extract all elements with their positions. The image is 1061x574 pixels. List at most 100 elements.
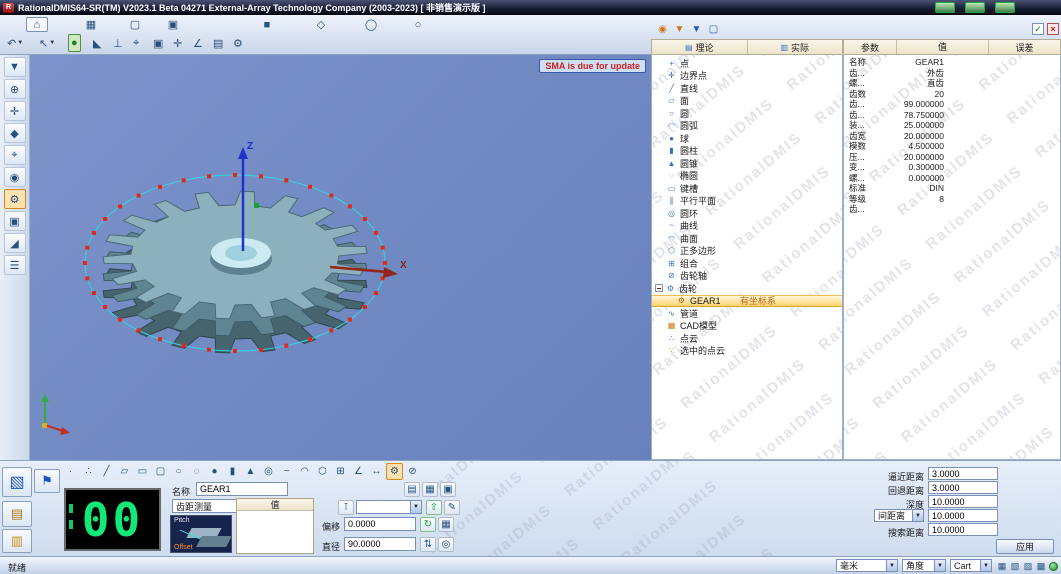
tree-item-group[interactable]: ⊞组合 [652,257,842,270]
probe-tool-button[interactable]: ⊥ [110,34,126,52]
tree-item-selected-point-cloud[interactable]: ∵选中的点云 [652,345,842,358]
plane-tool-icon[interactable]: ▱ [116,463,133,480]
status-grid-1-icon[interactable]: ▦ [996,560,1008,572]
group-tool-icon[interactable]: ⊞ [332,463,349,480]
point-set-tool-icon[interactable]: ∴ [80,463,97,480]
circle-tool-icon[interactable]: ○ [170,463,187,480]
tree-item-torus[interactable]: ◎圆环 [652,207,842,220]
tab-actual[interactable]: ▥实际 [747,40,843,54]
probe-head-2-icon[interactable]: ✛ [4,101,26,121]
probe-head-1-icon[interactable]: ⊕ [4,79,26,99]
status-grid-4-icon[interactable]: ▩ [1035,560,1047,572]
value-table[interactable]: 值 [236,498,314,554]
angle-tool-icon[interactable]: ∠ [350,463,367,480]
workspace-tab-circle-icon[interactable]: ○ [407,17,429,32]
net-status-3-icon[interactable] [995,2,1015,13]
name-input[interactable] [196,482,288,496]
workspace-tab-layout-icon[interactable]: ▦ [80,17,102,32]
probe-mode-button[interactable]: ● [68,34,81,52]
workspace-tab-prism-icon[interactable]: ◇ [310,17,332,32]
tree-item-ellipse[interactable]: ◌椭圆 [652,170,842,183]
locator-tool-button[interactable]: ⌖ [130,34,142,52]
tree-item-sphere[interactable]: ●球 [652,132,842,145]
settings-tool-button[interactable]: ⚙ [230,34,246,52]
camera-view-icon[interactable]: ◉ [4,167,26,187]
torus-tool-icon[interactable]: ◎ [260,463,277,480]
filter-icon[interactable]: ▼ [672,22,687,36]
depth-input[interactable] [928,495,998,508]
approach-distance-input[interactable] [928,467,998,480]
cylinder-tool-icon[interactable]: ▮ [224,463,241,480]
tree-item-curve[interactable]: ~曲线 [652,220,842,233]
tree-item-arc[interactable]: ◠圆弧 [652,120,842,133]
pin-tool-icon[interactable]: ▼ [4,57,26,77]
workspace-tab-globe-icon[interactable]: ◯ [360,17,382,32]
close-panel-button[interactable]: × [1047,23,1059,35]
tree-item-parallel-planes[interactable]: ∥平行平面 [652,195,842,208]
sphere-tool-icon[interactable]: ● [206,463,223,480]
tree-item-polygon[interactable]: ⬡正多边形 [652,245,842,258]
display-view-icon[interactable]: ▣ [440,482,456,497]
crate-button[interactable]: ▤ [2,501,32,527]
corner-tool-icon[interactable]: ◢ [4,233,26,253]
tree-item-point[interactable]: +点 [652,57,842,70]
diameter-target-icon[interactable]: ◎ [438,537,454,552]
line-tool-icon[interactable]: ╱ [98,463,115,480]
tree-item-cone[interactable]: ▲圆锥 [652,157,842,170]
screen-filter-icon[interactable]: ▢ [706,22,721,36]
menu-tool-icon[interactable]: ☰ [4,255,26,275]
polygon-tool-icon[interactable]: ⬡ [314,463,331,480]
tree-item-point-cloud[interactable]: ∴点云 [652,332,842,345]
viewport-3d[interactable]: SMA is due for update Z X [30,55,651,460]
gear-tool-icon[interactable]: ⚙ [4,189,26,209]
status-grid-2-icon[interactable]: ▧ [1009,560,1021,572]
confirm-checkbox[interactable]: ✓ [1032,23,1044,35]
tree-item-gear-shaft[interactable]: ⊘齿轮轴 [652,270,842,283]
retract-distance-input[interactable] [928,481,998,494]
coord-select[interactable]: Cart▼ [950,559,992,572]
probe-head-3-icon[interactable]: ◆ [4,123,26,143]
view-cube-button[interactable]: ▧ [2,467,32,497]
tree-item-circle[interactable]: ○圆 [652,107,842,120]
angle-tool-button[interactable]: ∠ [190,34,206,52]
tree-item-slot[interactable]: ▭键槽 [652,182,842,195]
workspace-tab-model-icon[interactable]: ■ [256,17,278,32]
param-row[interactable]: 齿... [844,204,1060,215]
edit-icon[interactable]: ✎ [444,500,460,515]
net-status-2-icon[interactable] [965,2,985,13]
tree-item-gear[interactable]: ⚙齿轮 [652,282,842,295]
cone-tool-icon[interactable]: ▲ [242,463,259,480]
tree-item-line[interactable]: ╱直线 [652,82,842,95]
tab-theory[interactable]: ▤理论 [652,40,747,54]
workspace-tab-display-icon[interactable]: ▣ [162,17,184,32]
workspace-tab-home-icon[interactable]: ⌂ [26,17,48,32]
report-tool-button[interactable]: ▤ [210,34,226,52]
ellipse-tool-icon[interactable]: ◌ [188,463,205,480]
caliper-button[interactable]: ▥ [2,529,32,553]
world-filter-icon[interactable]: ◉ [655,22,670,36]
workspace-tab-monitor-icon[interactable]: ▢ [124,17,146,32]
locator-icon[interactable]: ⌖ [4,145,26,165]
tree-item-gear1[interactable]: ⚙GEAR1有坐标系 [652,295,842,308]
offset-table-icon[interactable]: ▦ [438,517,454,532]
search-distance-input[interactable] [928,523,998,536]
grid-view-icon[interactable]: ▦ [422,482,438,497]
gear-measure-tool-icon[interactable]: ⚙ [386,463,403,480]
undo-button[interactable]: ↶▼ [4,34,26,52]
spacing-distance-input[interactable] [928,509,998,522]
tree-item-pipe[interactable]: ∿管道 [652,307,842,320]
point-tool-icon[interactable]: · [62,463,79,480]
collapse-expander-icon[interactable] [655,284,663,292]
offset-input[interactable] [344,517,416,531]
apply-up-icon[interactable]: ⇧ [426,500,442,515]
rectangle-tool-icon[interactable]: ▢ [152,463,169,480]
tree-item-plane[interactable]: ▱面 [652,95,842,108]
film-strip-icon[interactable]: ▤ [404,482,420,497]
shaft-tool-icon[interactable]: ⊘ [404,463,421,480]
flag-button[interactable]: ⚑ [34,469,60,493]
apply-button[interactable]: 应用 [996,539,1054,554]
status-grid-3-icon[interactable]: ▨ [1022,560,1034,572]
spacing-distance-select[interactable]: 间距离▼ [874,509,924,522]
text-filter-icon[interactable]: ⊺ [338,500,354,515]
unit-select[interactable]: 毫米▼ [836,559,898,572]
